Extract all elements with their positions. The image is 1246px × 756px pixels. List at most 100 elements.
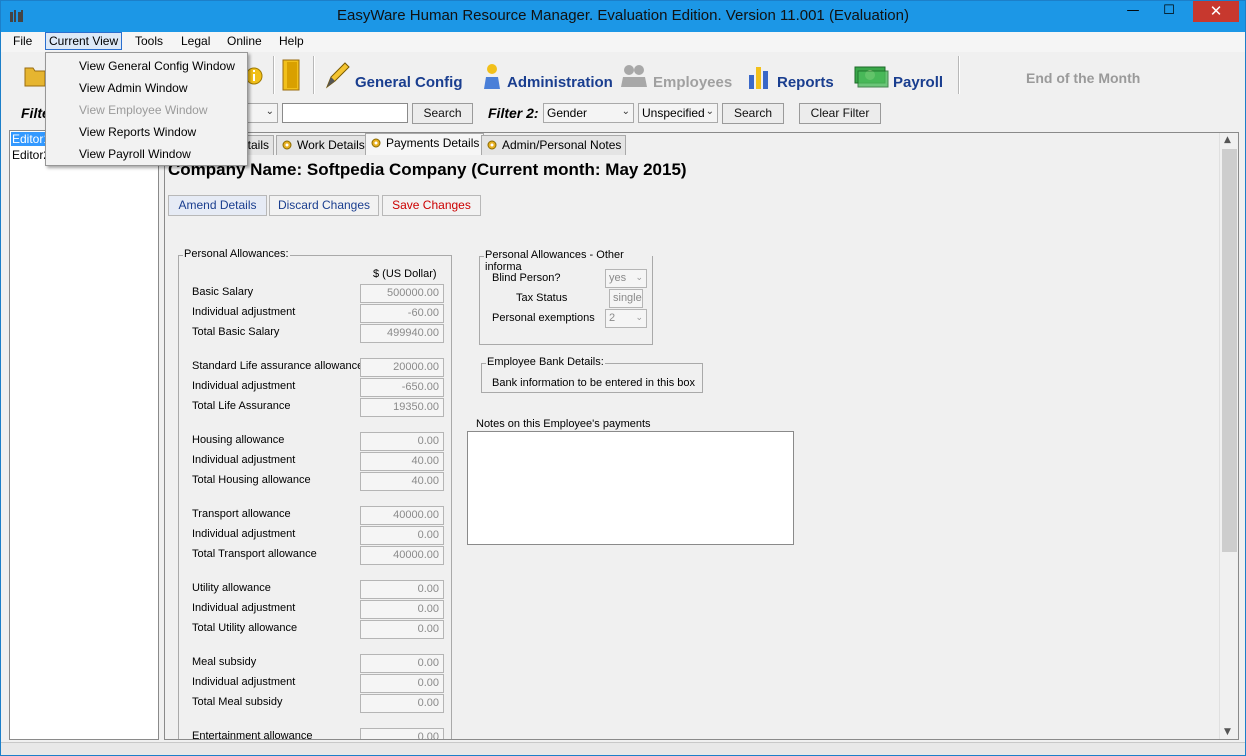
allowance-label: Individual adjustment <box>192 454 296 466</box>
allowance-label: Utility allowance <box>192 582 271 594</box>
personal-allowances-group: Personal Allowances: $ (US Dollar) Basic… <box>178 248 452 739</box>
allowance-label: Individual adjustment <box>192 602 296 614</box>
clear-filter-button[interactable]: Clear Filter <box>799 103 881 124</box>
tax-status-label: Tax Status <box>516 292 568 304</box>
vertical-scrollbar[interactable]: ▲ ▼ <box>1219 133 1238 739</box>
allowance-label: Meal subsidy <box>192 656 257 668</box>
filter2-search-button[interactable]: Search <box>722 103 784 124</box>
menu-item-view-payroll[interactable]: View Payroll Window <box>79 147 191 161</box>
amend-details-button[interactable]: Amend Details <box>168 195 267 216</box>
chevron-down-icon: ⌄ <box>265 106 274 117</box>
pencil-icon <box>325 62 350 89</box>
admin-person-icon <box>484 64 500 89</box>
tab-strip: etails Work Details Payments Details Adm… <box>165 133 1165 155</box>
reports-button[interactable]: Reports <box>747 58 834 94</box>
menu-item-view-reports[interactable]: View Reports Window <box>79 125 196 139</box>
allowance-value-field[interactable]: 40000.00 <box>360 506 444 525</box>
menu-item-view-general-config[interactable]: View General Config Window <box>79 59 235 73</box>
allowance-label: Individual adjustment <box>192 528 296 540</box>
menu-legal[interactable]: Legal <box>181 34 210 48</box>
allowance-value-field[interactable]: 40.00 <box>360 472 444 491</box>
allowance-label: Individual adjustment <box>192 306 296 318</box>
menu-online[interactable]: Online <box>227 34 262 48</box>
tab-payments-details[interactable]: Payments Details <box>365 133 485 155</box>
menu-item-view-admin[interactable]: View Admin Window <box>79 81 188 95</box>
menu-item-view-employee: View Employee Window <box>79 103 208 117</box>
allowance-value-field[interactable]: 20000.00 <box>360 358 444 377</box>
currency-header: $ (US Dollar) <box>373 268 437 280</box>
personal-exemptions-select[interactable]: 2 ⌄ <box>605 309 647 328</box>
allowance-value-field[interactable]: 40000.00 <box>360 546 444 565</box>
gear-icon <box>487 140 497 150</box>
menu-help[interactable]: Help <box>279 34 304 48</box>
general-config-button[interactable]: General Config <box>323 58 463 94</box>
save-changes-button[interactable]: Save Changes <box>382 195 481 216</box>
money-icon <box>854 66 889 88</box>
allowance-value-field[interactable]: 19350.00 <box>360 398 444 417</box>
menu-tools[interactable]: Tools <box>135 34 163 48</box>
allowance-value-field[interactable]: 0.00 <box>360 674 444 693</box>
allowance-value-field[interactable]: 0.00 <box>360 728 444 739</box>
scroll-down-icon[interactable]: ▼ <box>1224 727 1231 737</box>
tax-status-field[interactable]: single <box>609 289 643 308</box>
payroll-button[interactable]: Payroll <box>853 58 943 94</box>
allowance-value-field[interactable]: 0.00 <box>360 620 444 639</box>
close-button[interactable]: ✕ <box>1193 1 1239 22</box>
bar-chart-icon <box>749 67 768 89</box>
filter2-field-select[interactable]: Gender ⌄ <box>543 103 634 123</box>
allowance-label: Housing allowance <box>192 434 285 446</box>
folder-icon[interactable] <box>23 60 47 90</box>
maximize-button[interactable]: ☐ <box>1155 1 1183 23</box>
allowance-label: Individual adjustment <box>192 676 296 688</box>
notes-textarea[interactable] <box>467 431 794 545</box>
filter1-search-input[interactable] <box>282 103 408 123</box>
allowance-value-field[interactable]: 499940.00 <box>360 324 444 343</box>
bank-details-text: Bank information to be entered in this b… <box>492 377 696 389</box>
allowance-value-field[interactable]: -650.00 <box>360 378 444 397</box>
minimize-button[interactable]: — <box>1119 1 1147 23</box>
end-of-month-button[interactable]: End of the Month <box>1026 70 1140 86</box>
toolbar-separator <box>313 56 315 94</box>
employee-list[interactable]: Editor1 Editor2 <box>9 130 159 740</box>
employees-icon <box>621 65 647 87</box>
allowance-value-field[interactable]: 500000.00 <box>360 284 444 303</box>
notes-label: Notes on this Employee's payments <box>476 418 651 430</box>
scrollbar-thumb[interactable] <box>1222 149 1237 552</box>
blind-person-select[interactable]: yes ⌄ <box>605 269 647 288</box>
allowance-value-field[interactable]: 0.00 <box>360 526 444 545</box>
other-information-group: Personal Allowances - Other informa Blin… <box>479 249 653 345</box>
filter2-label: Filter 2: <box>488 105 539 121</box>
employees-button[interactable]: Employees <box>619 58 732 94</box>
allowance-label: Total Transport allowance <box>192 548 317 560</box>
allowance-label: Total Life Assurance <box>192 400 291 412</box>
personal-allowances-title: Personal Allowances: <box>183 248 290 260</box>
menu-bar: File Current View Tools Legal Online Hel… <box>1 32 1245 52</box>
allowance-value-field[interactable]: 40.00 <box>360 452 444 471</box>
allowance-value-field[interactable]: 0.00 <box>360 654 444 673</box>
allowance-value-field[interactable]: 0.00 <box>360 580 444 599</box>
chevron-down-icon: ⌄ <box>621 106 630 117</box>
toolbar-separator <box>958 56 960 94</box>
allowance-value-field[interactable]: -60.00 <box>360 304 444 323</box>
administration-button[interactable]: Administration <box>481 58 613 94</box>
status-bar <box>1 742 1245 755</box>
allowance-label: Transport allowance <box>192 508 291 520</box>
menu-file[interactable]: File <box>13 34 32 48</box>
filter2-value-select[interactable]: Unspecified ⌄ <box>638 103 718 123</box>
allowance-value-field[interactable]: 0.00 <box>360 600 444 619</box>
filter1-search-button[interactable]: Search <box>412 103 473 124</box>
tab-admin-personal-notes[interactable]: Admin/Personal Notes <box>481 135 627 155</box>
scroll-up-icon[interactable]: ▲ <box>1224 135 1231 145</box>
payments-details-panel: etails Work Details Payments Details Adm… <box>164 132 1239 740</box>
title-bar: EasyWare Human Resource Manager. Evaluat… <box>1 1 1245 32</box>
allowance-label: Individual adjustment <box>192 380 296 392</box>
allowance-value-field[interactable]: 0.00 <box>360 432 444 451</box>
filter1-field-select[interactable]: ⌄ <box>246 103 278 123</box>
menu-current-view[interactable]: Current View <box>45 32 123 50</box>
discard-changes-button[interactable]: Discard Changes <box>269 195 379 216</box>
allowance-value-field[interactable]: 0.00 <box>360 694 444 713</box>
tab-work-details[interactable]: Work Details <box>276 135 370 155</box>
exit-door-icon[interactable] <box>281 58 303 92</box>
chevron-down-icon: ⌄ <box>705 106 714 117</box>
blind-person-label: Blind Person? <box>492 272 561 284</box>
